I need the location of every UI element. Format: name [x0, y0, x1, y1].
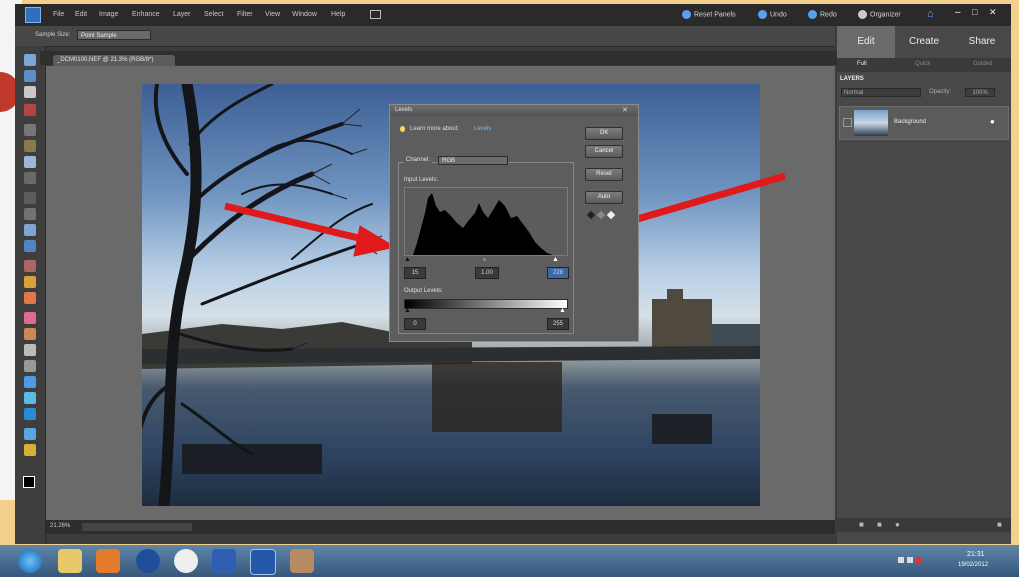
- photoshop-elements-window: File Edit Image Enhance Layer Select Fil…: [15, 4, 1011, 544]
- histogram: [404, 187, 568, 256]
- tip-bulb-icon: [400, 126, 405, 132]
- layers-panel-title: LAYERS: [840, 76, 864, 82]
- channel-label: Channel:: [404, 157, 433, 163]
- channel-select[interactable]: RGB: [438, 156, 508, 165]
- layer-row-background[interactable]: Background ●: [839, 106, 1009, 140]
- opacity-label: Opacity:: [929, 89, 952, 95]
- blend-mode-select[interactable]: Normal: [841, 88, 921, 97]
- reset-button[interactable]: Reset: [585, 168, 623, 181]
- cancel-button[interactable]: Cancel: [585, 145, 623, 158]
- input-levels-label: Input Levels:: [404, 177, 439, 183]
- new-group-icon[interactable]: ■: [877, 520, 882, 529]
- output-black-field[interactable]: 0: [404, 318, 426, 330]
- layer-name: Background: [894, 119, 927, 125]
- other-app-icon[interactable]: [290, 549, 314, 573]
- auto-button[interactable]: Auto: [585, 191, 623, 204]
- output-gradient-bar: [404, 299, 568, 309]
- tray-icon-3[interactable]: [916, 557, 922, 563]
- output-white-field[interactable]: 255: [547, 318, 569, 330]
- tab-edit[interactable]: Edit: [837, 26, 895, 58]
- word-icon[interactable]: [212, 549, 236, 573]
- explorer-icon[interactable]: [58, 549, 82, 573]
- tray-icon-2[interactable]: [907, 557, 913, 563]
- start-button-icon[interactable]: [18, 549, 42, 573]
- chrome-icon[interactable]: [174, 549, 198, 573]
- layer-visibility-icon[interactable]: [843, 118, 852, 127]
- input-gray-slider[interactable]: ▲: [481, 256, 488, 263]
- tab-create[interactable]: Create: [895, 26, 953, 58]
- output-levels-label: Output Levels:: [404, 288, 443, 294]
- media-player-icon[interactable]: [96, 549, 120, 573]
- messenger-icon[interactable]: [136, 549, 160, 573]
- adjustment-layer-icon[interactable]: ●: [895, 520, 900, 529]
- opacity-field[interactable]: 100%: [965, 88, 995, 97]
- lock-icon: ●: [990, 117, 995, 126]
- gray-eyedropper-icon[interactable]: [596, 210, 606, 220]
- tray-icon-1[interactable]: [898, 557, 904, 563]
- clock-date[interactable]: 19/02/2012: [958, 562, 988, 568]
- tab-full[interactable]: Full: [857, 61, 867, 67]
- input-white-slider[interactable]: ▲: [552, 256, 559, 263]
- tab-guided[interactable]: Guided: [973, 61, 992, 67]
- delete-layer-icon[interactable]: ■: [997, 520, 1002, 529]
- edit-mode-tabs: Full Quick Guided: [837, 58, 1011, 72]
- windows-taskbar: 21:31 19/02/2012: [0, 545, 1019, 577]
- photoshop-elements-taskbar-icon[interactable]: [250, 549, 276, 575]
- clock-time[interactable]: 21:31: [967, 551, 985, 558]
- input-white-field[interactable]: 228: [547, 267, 569, 279]
- document-info: [82, 523, 192, 531]
- left-arrow-shaft: [224, 202, 368, 244]
- dialog-close-icon[interactable]: ✕: [622, 106, 628, 114]
- system-tray-icons[interactable]: [898, 557, 938, 565]
- input-black-slider[interactable]: ▲: [404, 256, 411, 263]
- input-black-field[interactable]: 15: [404, 267, 426, 279]
- output-white-slider[interactable]: ▲: [559, 307, 566, 314]
- input-gray-field[interactable]: 1.00: [475, 267, 499, 279]
- learn-more-link[interactable]: Levels: [474, 126, 491, 132]
- levels-dialog: Levels ✕ Learn more about: Levels OK Can…: [389, 104, 639, 342]
- black-eyedropper-icon[interactable]: [586, 210, 596, 220]
- ok-button[interactable]: OK: [585, 127, 623, 140]
- levels-dialog-title: Levels: [390, 105, 638, 116]
- learn-more-label: Learn more about:: [410, 126, 460, 132]
- white-eyedropper-icon[interactable]: [606, 210, 616, 220]
- histogram-graph: [405, 193, 567, 255]
- status-bar: 21.26%: [46, 520, 835, 534]
- tab-share[interactable]: Share: [953, 26, 1011, 58]
- new-layer-icon[interactable]: ■: [859, 520, 864, 529]
- layers-panel-footer: ■ ■ ● ■: [837, 518, 1011, 532]
- zoom-level[interactable]: 21.26%: [50, 523, 70, 529]
- right-panel-bin: Edit Create Share Full Quick Guided LAYE…: [837, 26, 1011, 544]
- output-black-slider[interactable]: ▲: [404, 307, 411, 314]
- tab-quick[interactable]: Quick: [915, 61, 930, 67]
- layer-thumbnail: [854, 110, 888, 136]
